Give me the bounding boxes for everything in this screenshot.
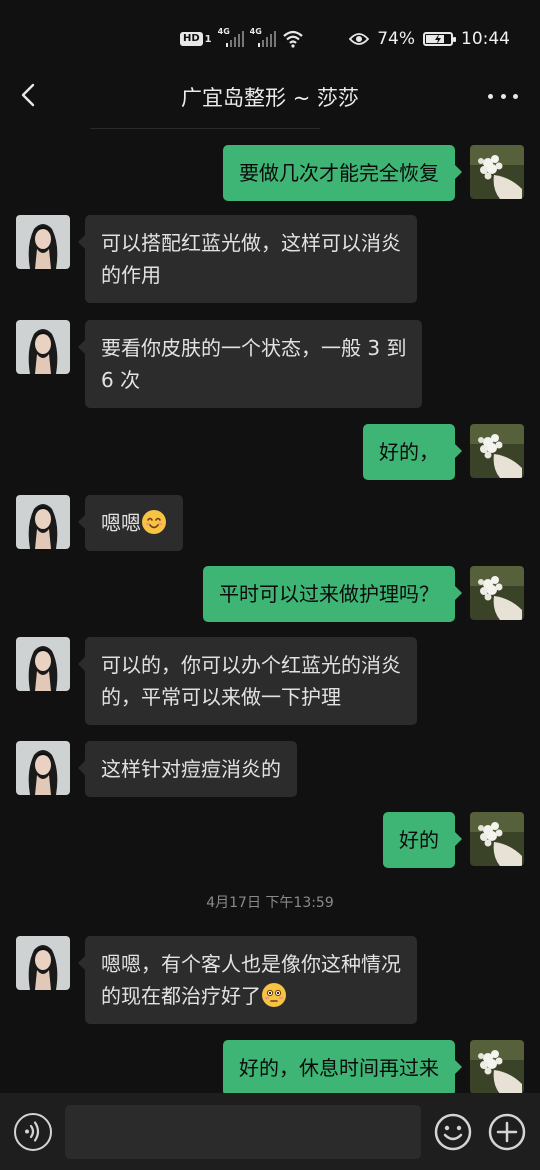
emoji-button[interactable]	[434, 1113, 472, 1151]
emoji-icon	[434, 1113, 472, 1151]
message-bubble[interactable]: 要看你皮肤的一个状态，一般 3 到 6 次	[77, 320, 423, 408]
battery-icon	[423, 32, 456, 46]
message-input[interactable]	[65, 1105, 421, 1159]
message-bubble[interactable]: 好的	[383, 812, 462, 868]
plus-icon	[488, 1113, 526, 1151]
contact-avatar[interactable]	[16, 936, 70, 990]
message-bubble[interactable]: 嗯嗯	[78, 495, 183, 551]
signal-icon: 4G	[218, 27, 244, 49]
flushed-emoji	[261, 983, 287, 1008]
status-left: HD 1 4G 4G	[180, 27, 304, 50]
voice-icon	[25, 1121, 40, 1142]
voice-button[interactable]	[14, 1113, 52, 1151]
message-text: 要看你皮肤的一个状态，一般 3 到	[101, 336, 407, 360]
eye-icon	[349, 33, 370, 45]
message-text: 要做几次才能完全恢复	[239, 161, 439, 185]
message-bubble[interactable]: 好的，休息时间再过来	[223, 1040, 462, 1096]
contact-avatar[interactable]	[16, 495, 70, 549]
chat-title: 广宜岛整形 ~ 莎莎	[181, 86, 359, 110]
more-actions-button[interactable]	[488, 1113, 526, 1151]
hd-badge: HD	[180, 32, 203, 46]
status-right: 74% 10:44	[349, 28, 510, 50]
message-text: 可以搭配红蓝光做，这样可以消炎	[101, 231, 401, 255]
message-text: 的现在都治疗好了	[101, 980, 401, 1012]
message-text: 嗯嗯	[101, 507, 167, 539]
contact-avatar[interactable]	[16, 320, 70, 374]
message-bubble[interactable]: 要做几次才能完全恢复	[223, 145, 462, 201]
message-bubble[interactable]: 嗯嗯，有个客人也是像你这种情况的现在都治疗好了	[78, 936, 417, 1024]
message-bubble[interactable]: 可以的，你可以办个红蓝光的消炎 的，平常可以来做一下护理	[78, 637, 417, 725]
message-text: 嗯嗯，有个客人也是像你这种情况	[101, 952, 401, 976]
wifi-icon	[282, 30, 303, 48]
header-divider	[90, 128, 320, 129]
message-bubble[interactable]: 好的，	[363, 424, 462, 480]
smile-emoji	[141, 510, 167, 535]
message-text: 平时可以过来做护理吗？	[219, 582, 439, 606]
message-text: 的，平常可以来做一下护理	[101, 685, 341, 709]
message-bubble[interactable]: 这样针对痘痘消炎的	[78, 741, 297, 797]
message-timestamp: 4月17日 下午13:59	[206, 895, 334, 911]
contact-avatar[interactable]	[16, 741, 70, 795]
message-text: 这样针对痘痘消炎的	[101, 757, 281, 781]
my-avatar[interactable]	[470, 1040, 524, 1094]
more-dot	[488, 93, 493, 99]
my-avatar[interactable]	[470, 812, 524, 866]
message-text: 好的	[399, 828, 439, 852]
my-avatar[interactable]	[470, 145, 524, 199]
chat-header: 广宜岛整形 ~ 莎莎	[0, 68, 540, 124]
status-time: 10:44	[461, 29, 510, 49]
input-bar	[0, 1093, 540, 1170]
message-text: 的作用	[101, 263, 161, 287]
contact-avatar[interactable]	[16, 637, 70, 691]
charging-icon	[435, 34, 441, 44]
hd-sub: 1	[204, 33, 212, 45]
message-text: 可以的，你可以办个红蓝光的消炎	[101, 653, 401, 677]
battery-percent: 74%	[377, 29, 415, 49]
message-bubble[interactable]: 平时可以过来做护理吗？	[203, 566, 462, 622]
message-text: 6 次	[101, 368, 141, 392]
more-dot	[513, 93, 518, 99]
contact-avatar[interactable]	[16, 215, 70, 269]
message-text: 好的，	[379, 440, 439, 464]
my-avatar[interactable]	[470, 424, 524, 478]
message-bubble[interactable]: 可以搭配红蓝光做，这样可以消炎 的作用	[78, 215, 417, 303]
signal-icon: 4G	[250, 27, 276, 49]
more-dot	[500, 93, 506, 99]
more-button[interactable]	[488, 90, 518, 102]
my-avatar[interactable]	[470, 566, 524, 620]
message-text: 好的，休息时间再过来	[239, 1056, 439, 1080]
